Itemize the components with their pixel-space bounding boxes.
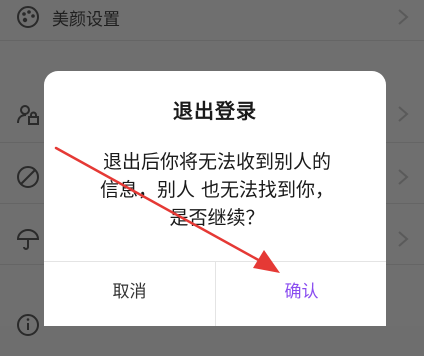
info-icon — [15, 312, 41, 338]
chevron-right-icon — [396, 229, 410, 249]
cancel-button[interactable]: 取消 — [44, 262, 215, 326]
chevron-right-icon — [396, 104, 410, 124]
user-lock-icon — [15, 102, 41, 128]
chevron-right-icon — [396, 167, 410, 187]
logout-dialog: 退出登录 退出后你将无法收到别人的 信息，别人 也无法找到你， 是否继续？ 取消… — [44, 71, 386, 326]
dialog-title: 退出登录 — [173, 99, 257, 123]
settings-row-label: 美颜设置 — [52, 10, 120, 30]
palette-icon — [15, 4, 41, 30]
confirm-button[interactable]: 确认 — [216, 262, 386, 326]
dialog-message-line: 是否继续？ — [169, 207, 265, 229]
chevron-right-icon — [396, 7, 410, 27]
dialog-message: 退出后你将无法收到别人的 信息，别人 也无法找到你， 是否继续？ — [84, 148, 350, 232]
settings-row-beauty[interactable]: 美颜设置 — [0, 0, 424, 41]
umbrella-icon — [15, 226, 41, 252]
dialog-message-line: 信息，别人 也无法找到你， — [99, 179, 335, 201]
block-icon — [15, 164, 41, 190]
dialog-message-line: 退出后你将无法收到别人的 — [102, 151, 331, 173]
